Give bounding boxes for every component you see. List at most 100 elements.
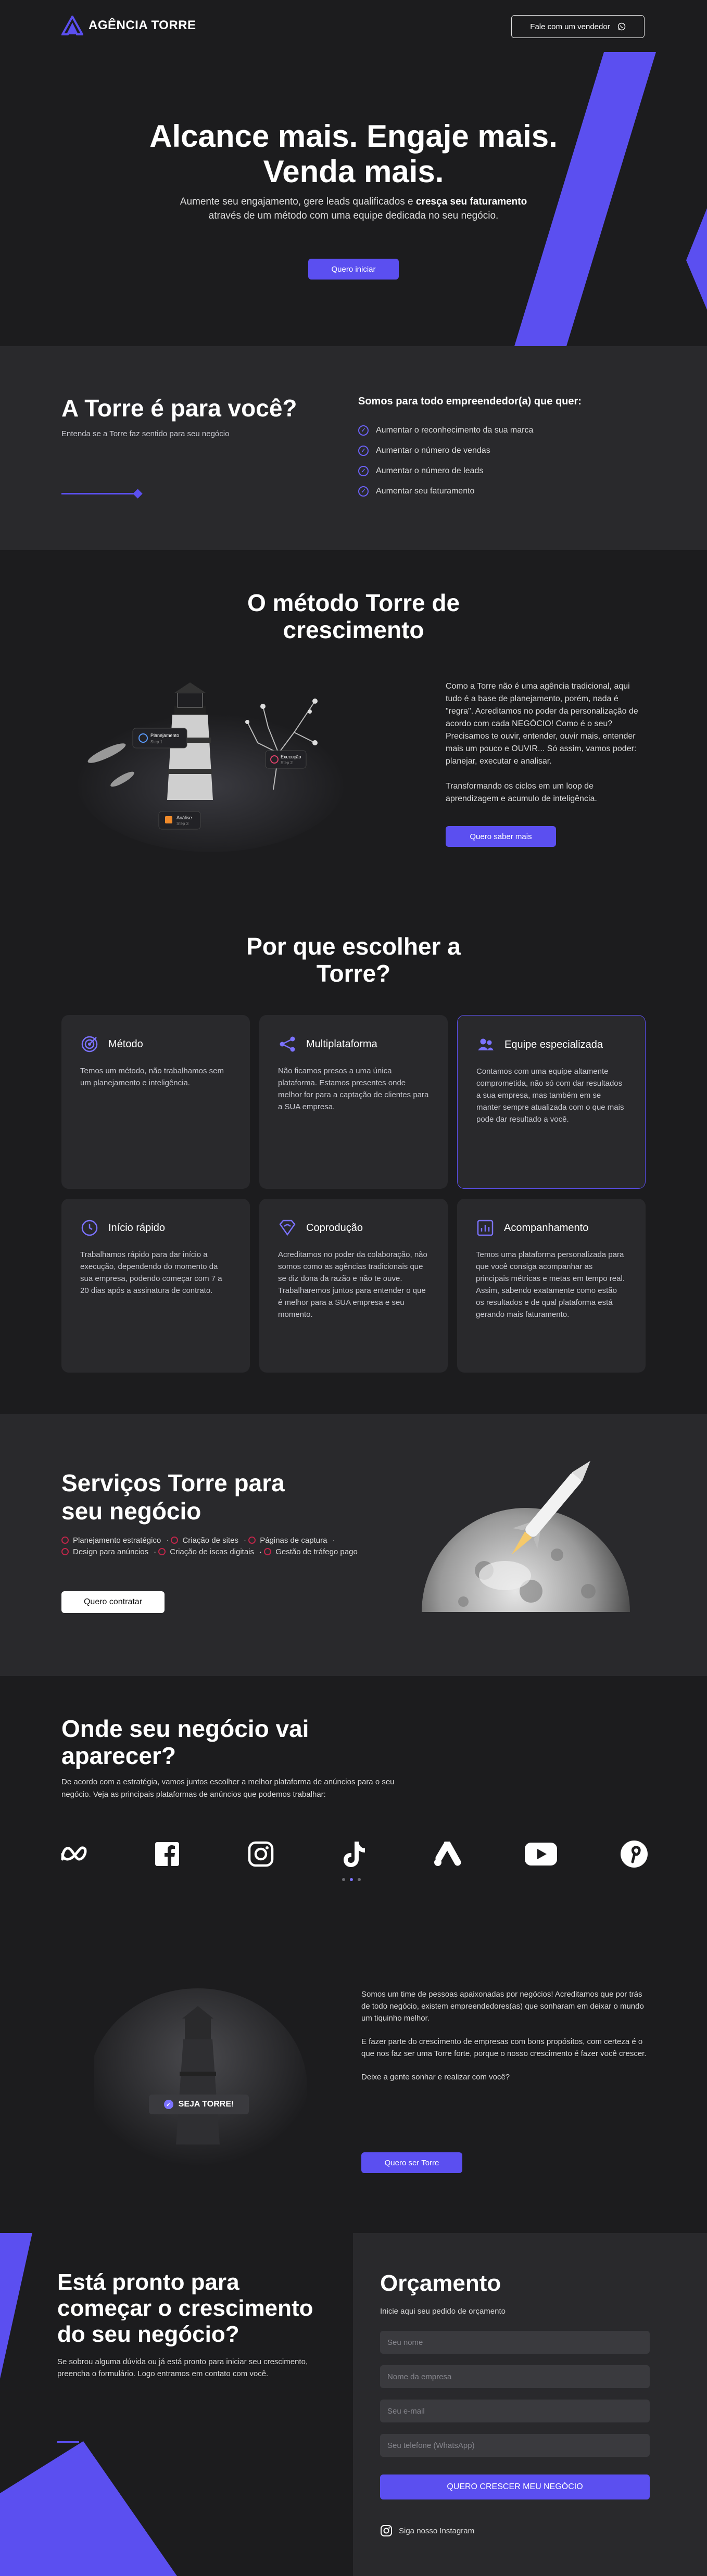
submit-button[interactable]: QUERO CRESCER MEU NEGÓCIO: [380, 2475, 650, 2499]
instagram-icon: [381, 2525, 392, 2536]
services-title-line1: Serviços Torre para: [61, 1469, 285, 1496]
chart-icon: [476, 1219, 495, 1237]
card-text: Temos um método, não trabalhamos sem um …: [80, 1067, 224, 1087]
check-icon: ✓: [358, 465, 369, 476]
cta-text: Se sobrou alguma dúvida ou já está pront…: [57, 2357, 308, 2378]
meta-icon: [57, 1837, 91, 1871]
service-item: Criação de iscas digitais: [158, 1547, 254, 1556]
platforms-section: Onde seu negócio vai aparecer? De acordo…: [0, 1676, 707, 1952]
hero-title: Alcance mais. Engaje mais. Venda mais.: [0, 119, 707, 189]
carousel-dot[interactable]: [342, 1878, 345, 1881]
name-field[interactable]: [380, 2331, 650, 2354]
benefits-list: Somos para todo empreendedor(a) que quer…: [358, 396, 582, 501]
carousel-dot[interactable]: [358, 1878, 361, 1881]
card-title: Coprodução: [306, 1222, 363, 1234]
start-button[interactable]: Quero iniciar: [308, 259, 399, 280]
method-title-line2: crescimento: [283, 616, 424, 643]
service-item: Planejamento estratégico: [61, 1536, 161, 1545]
phone-field[interactable]: [380, 2434, 650, 2457]
card-title: Início rápido: [108, 1222, 165, 1234]
clock-icon: [80, 1219, 99, 1237]
instagram-icon: [244, 1837, 277, 1871]
platforms-description: De acordo com a estratégia, vamos juntos…: [61, 1778, 395, 1799]
feature-card-monitoring: Acompanhamento Temos uma plataforma pers…: [457, 1199, 646, 1373]
carousel-dot-active[interactable]: [350, 1878, 353, 1881]
card-title: Multiplataforma: [306, 1038, 377, 1050]
torre-logo-icon: [61, 16, 83, 35]
brand-name: AGÊNCIA TORRE: [89, 18, 196, 32]
feature-card-coproduction: Coprodução Acreditamos no poder da colab…: [259, 1199, 448, 1373]
hero-subtitle-c: através de um método com uma equipe dedi…: [208, 210, 499, 221]
platforms-carousel[interactable]: [57, 1837, 651, 1871]
join-para2: E fazer parte do crescimento de empresas…: [361, 2037, 647, 2058]
check-icon: ✓: [358, 486, 369, 497]
target-icon: [80, 1035, 99, 1054]
list-item: ✓ Aumentar seu faturamento: [358, 481, 582, 501]
accent-line: [61, 493, 140, 494]
list-item-label: Aumentar o número de vendas: [376, 446, 490, 455]
whatsapp-icon: [617, 22, 625, 31]
list-item: ✓ Aumentar o número de vendas: [358, 440, 582, 461]
cta-title: Está pronto para começar o crescimento d…: [57, 2269, 313, 2347]
platforms-title-line1: Onde seu negócio vai: [61, 1715, 309, 1742]
svg-text:Planejamento: Planejamento: [150, 733, 179, 738]
method-title: O método Torre de crescimento: [0, 589, 707, 643]
why-title-line1: Por que escolher a: [246, 933, 461, 960]
svg-text:Step 2: Step 2: [281, 760, 293, 765]
instagram-label: Siga nosso Instagram: [399, 2526, 475, 2535]
svg-text:Step 3: Step 3: [176, 821, 189, 826]
feature-card-quick-start: Início rápido Trabalhamos rápido para da…: [61, 1199, 250, 1373]
service-item: Design para anúncios: [61, 1547, 148, 1556]
why-title: Por que escolher a Torre?: [0, 933, 707, 987]
diamond-heart-icon: [278, 1219, 297, 1237]
join-button[interactable]: Quero ser Torre: [361, 2152, 462, 2173]
join-para1: Somos um time de pessoas apaixonadas por…: [361, 1990, 644, 2023]
is-torre-for-you-section: A Torre é para você? Entenda se a Torre …: [0, 346, 707, 550]
hero-subtitle-bold: cresça seu faturamento: [415, 196, 527, 207]
google-ads-icon: [431, 1837, 464, 1871]
card-text: Contamos com uma equipe altamente compro…: [476, 1067, 624, 1124]
card-text: Trabalhamos rápido para dar início a exe…: [80, 1250, 222, 1295]
instagram-link[interactable]: Siga nosso Instagram: [380, 2524, 474, 2537]
svg-text:Análise: Análise: [176, 815, 192, 820]
service-item: Gestão de tráfego pago: [264, 1547, 358, 1556]
services-list: Planejamento estratégico · Criação de sit…: [61, 1535, 426, 1558]
dark-lighthouse-illustration: [94, 1988, 307, 2186]
join-badge: ✓ SEJA TORRE!: [149, 2095, 249, 2114]
hero-subtitle: Aumente seu engajamento, gere leads qual…: [0, 195, 707, 223]
learn-more-button[interactable]: Quero saber mais: [446, 826, 556, 847]
service-item: Páginas de captura: [248, 1536, 327, 1545]
join-para3: Deixe a gente sonhar e realizar com você…: [361, 2073, 510, 2082]
join-description: Somos um time de pessoas apaixonadas por…: [361, 1988, 648, 2095]
method-para2: Transformando os ciclos em um loop de ap…: [446, 782, 597, 803]
method-para1: Como a Torre não é uma agência tradicion…: [446, 682, 638, 766]
check-icon: ✓: [358, 425, 369, 436]
hire-button[interactable]: Quero contratar: [61, 1591, 165, 1613]
method-title-line1: O método Torre de: [247, 589, 460, 616]
svg-text:Execução: Execução: [281, 754, 301, 759]
carousel-pagination[interactable]: [342, 1878, 361, 1881]
list-item-label: Aumentar o número de leads: [376, 466, 484, 475]
services-section: Serviços Torre para seu negócio Planejam…: [0, 1414, 707, 1676]
list-item-label: Aumentar seu faturamento: [376, 486, 475, 496]
card-text: Acreditamos no poder da colaboração, não…: [278, 1250, 427, 1319]
services-title-line2: seu negócio: [61, 1498, 201, 1525]
hero-section: Alcance mais. Engaje mais. Venda mais. A…: [0, 52, 707, 346]
hero-title-line1: Alcance mais. Engaje mais.: [149, 119, 558, 154]
contact-section: Está pronto para começar o crescimento d…: [0, 2233, 707, 2576]
brand-logo[interactable]: AGÊNCIA TORRE: [61, 16, 196, 35]
feature-card-team: Equipe especializada Contamos com uma eq…: [457, 1015, 646, 1189]
email-field[interactable]: [380, 2400, 650, 2422]
why-choose-section: Por que escolher a Torre? Método Temos u…: [0, 904, 707, 1414]
talk-to-seller-button[interactable]: Fale com um vendedor: [511, 15, 645, 38]
pinterest-icon: [617, 1837, 651, 1871]
company-field[interactable]: [380, 2365, 650, 2388]
service-item: Criação de sites: [171, 1536, 238, 1545]
share-icon: [278, 1035, 297, 1054]
form-subtitle: Inicie aqui seu pedido de orçamento: [380, 2307, 506, 2316]
section-subtitle: Entenda se a Torre faz sentido para seu …: [61, 429, 230, 438]
accent-line: [57, 2441, 79, 2443]
check-badge-icon: ✓: [163, 2100, 173, 2109]
accent-diamond: [133, 489, 143, 499]
svg-text:Step 1: Step 1: [150, 740, 163, 744]
